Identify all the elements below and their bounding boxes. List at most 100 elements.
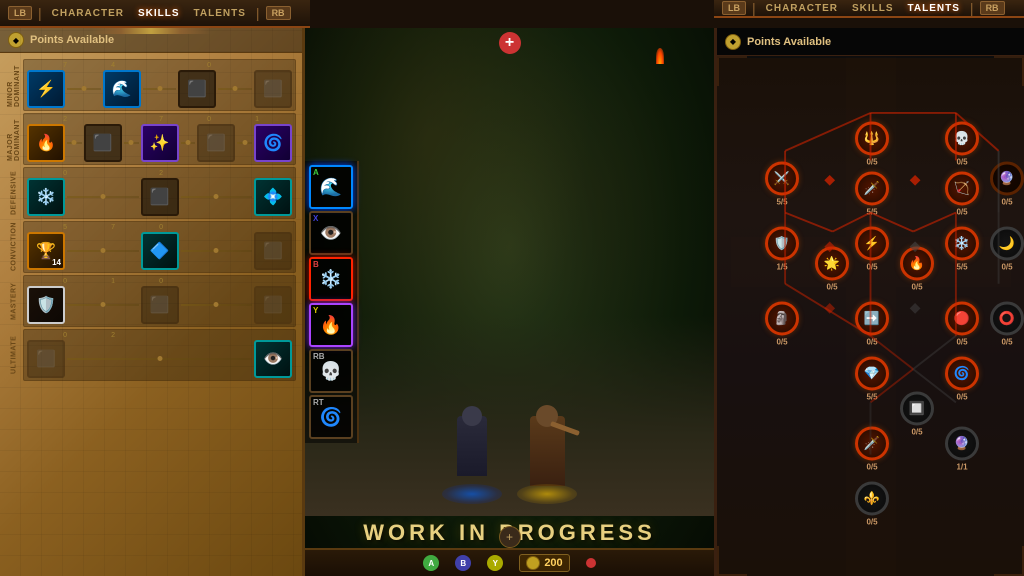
rb-button-right[interactable]: RB: [980, 1, 1005, 15]
skill-slot-rb[interactable]: RB 💀: [309, 349, 353, 393]
skill-slot-x[interactable]: X 👁️: [309, 211, 353, 255]
skill-slot-b[interactable]: B ❄️: [309, 257, 353, 301]
nav-sep2-right: |: [970, 0, 974, 16]
talent-node-14[interactable]: ➡️ 0/5: [855, 302, 889, 347]
talent-node-9[interactable]: ⚡ 0/5: [855, 227, 889, 272]
skill-major-4[interactable]: ⬛: [197, 124, 235, 162]
char-1-shadow: [442, 484, 502, 504]
torch-area: [656, 48, 664, 64]
talent-node-6[interactable]: 🔮 0/5: [990, 162, 1024, 207]
talent-node-4[interactable]: 🗡️ 5/5: [855, 172, 889, 217]
talents-points-label: Points Available: [747, 36, 831, 48]
skill-mas-1[interactable]: 🛡️: [27, 286, 65, 324]
talent-score-3: 5/5: [776, 198, 787, 207]
talent-node-3[interactable]: ⚔️ 5/5: [765, 162, 799, 207]
skill-def-2[interactable]: ⬛: [141, 178, 179, 216]
skill-row-ultimate: Ultimate 0 2 ⬛ 👁️: [6, 329, 296, 381]
talent-node-13[interactable]: 🗿 0/5: [765, 302, 799, 347]
talent-node-17[interactable]: 💎 5/5: [855, 357, 889, 402]
rb-button-left[interactable]: RB: [266, 6, 291, 20]
talent-circle-11: ❄️: [945, 227, 979, 261]
skill-slot-rt[interactable]: RT 🌀: [309, 395, 353, 439]
skill-slot-y[interactable]: Y 🔥: [309, 303, 353, 347]
talent-node-2[interactable]: 💀 0/5: [945, 122, 979, 167]
talent-node-18[interactable]: 🌀 0/5: [945, 357, 979, 402]
lb-button-right[interactable]: LB: [722, 1, 746, 15]
skill-def-1[interactable]: ❄️: [27, 178, 65, 216]
tab-character-left[interactable]: CHARACTER: [48, 6, 128, 21]
talent-circle-8: 🌟: [815, 247, 849, 281]
talent-circle-18: 🌀: [945, 357, 979, 391]
talent-circle-1: 🔱: [855, 122, 889, 156]
skill-con-3[interactable]: ⬛: [254, 232, 292, 270]
button-b-icon[interactable]: B: [455, 555, 471, 571]
skill-con-1-count: 14: [52, 258, 61, 267]
talent-node-20[interactable]: 🗡️ 0/5: [855, 427, 889, 472]
gold-amount: 200: [544, 557, 562, 569]
tab-skills-left[interactable]: SKILLS: [134, 6, 184, 21]
talent-score-17: 5/5: [866, 393, 877, 402]
nav-sep2-left: |: [256, 5, 260, 21]
nav-bottom-icon[interactable]: +: [499, 526, 521, 548]
talent-circle-20: 🗡️: [855, 427, 889, 461]
talent-score-18: 0/5: [956, 393, 967, 402]
talent-node-15[interactable]: 🔴 0/5: [945, 302, 979, 347]
tab-talents-right[interactable]: TALENTS: [904, 1, 964, 16]
talent-node-1[interactable]: 🔱 0/5: [855, 122, 889, 167]
talent-score-6: 0/5: [1001, 198, 1012, 207]
talent-node-12[interactable]: 🌙 0/5: [990, 227, 1024, 272]
skill-major-1[interactable]: 🔥: [27, 124, 65, 162]
talent-node-7[interactable]: 🛡️ 1/5: [765, 227, 799, 272]
tab-skills-right[interactable]: SKILLS: [848, 1, 898, 16]
button-y-icon[interactable]: Y: [487, 555, 503, 571]
talent-score-9: 0/5: [866, 263, 877, 272]
category-label-conviction: Conviction: [6, 225, 22, 269]
talent-node-16[interactable]: ⭕ 0/5: [990, 302, 1024, 347]
talent-node-11[interactable]: ❄️ 5/5: [945, 227, 979, 272]
connector-d1: [67, 196, 139, 198]
slot-label-b: B: [313, 260, 319, 269]
add-skill-button[interactable]: +: [499, 32, 521, 54]
skill-con-1[interactable]: 🏆 14: [27, 232, 65, 270]
skill-mas-3[interactable]: ⬛: [254, 286, 292, 324]
talent-node-21[interactable]: 🔮 1/1: [945, 427, 979, 472]
skill-major-3[interactable]: ✨: [141, 124, 179, 162]
slot-label-x: X: [313, 214, 318, 223]
skill-minor-1[interactable]: ⚡: [27, 70, 65, 108]
conviction-skills: 5 7 0 🏆 14: [23, 221, 296, 273]
skills-content[interactable]: Minor Dominant 7 4 0: [0, 53, 302, 571]
talent-node-22[interactable]: ⚜️ 0/5: [855, 482, 889, 527]
talent-circle-13: 🗿: [765, 302, 799, 336]
talent-node-8[interactable]: 🌟 0/5: [815, 247, 849, 292]
skill-def-3[interactable]: 💠: [254, 178, 292, 216]
skill-con-2[interactable]: 🔷: [141, 232, 179, 270]
connector-c2: [181, 250, 253, 252]
button-a-icon[interactable]: A: [423, 555, 439, 571]
talent-circle-4: 🗡️: [855, 172, 889, 206]
talent-node-10[interactable]: 🔥 0/5: [900, 247, 934, 292]
talent-node-5[interactable]: 🏹 0/5: [945, 172, 979, 217]
connector-m4: [237, 142, 252, 144]
talent-circle-9: ⚡: [855, 227, 889, 261]
skill-major-2[interactable]: ⬛: [84, 124, 122, 162]
status-dot: [586, 558, 596, 568]
tab-character-right[interactable]: CHARACTER: [762, 1, 842, 16]
skill-minor-2[interactable]: 🌊: [103, 70, 141, 108]
lb-button-left[interactable]: LB: [8, 6, 32, 20]
tab-talents-left[interactable]: TALENTS: [190, 6, 250, 21]
connector-m3: [181, 142, 196, 144]
skill-ult-1[interactable]: ⬛: [27, 340, 65, 378]
talent-node-19[interactable]: 🔲 0/5: [900, 392, 934, 437]
torch-flame: [656, 48, 664, 64]
skill-minor-3[interactable]: ⬛: [178, 70, 216, 108]
character-area: [410, 316, 610, 496]
skill-slot-a[interactable]: A 🌊: [309, 165, 353, 209]
talent-score-14: 0/5: [866, 338, 877, 347]
talent-score-7: 1/5: [776, 263, 787, 272]
talent-circle-12: 🌙: [990, 227, 1024, 261]
skill-mas-2[interactable]: ⬛: [141, 286, 179, 324]
skill-minor-4[interactable]: ⬛: [254, 70, 292, 108]
connector-d2: [181, 196, 253, 198]
skill-ult-2[interactable]: 👁️: [254, 340, 292, 378]
skill-major-5[interactable]: 🌀: [254, 124, 292, 162]
